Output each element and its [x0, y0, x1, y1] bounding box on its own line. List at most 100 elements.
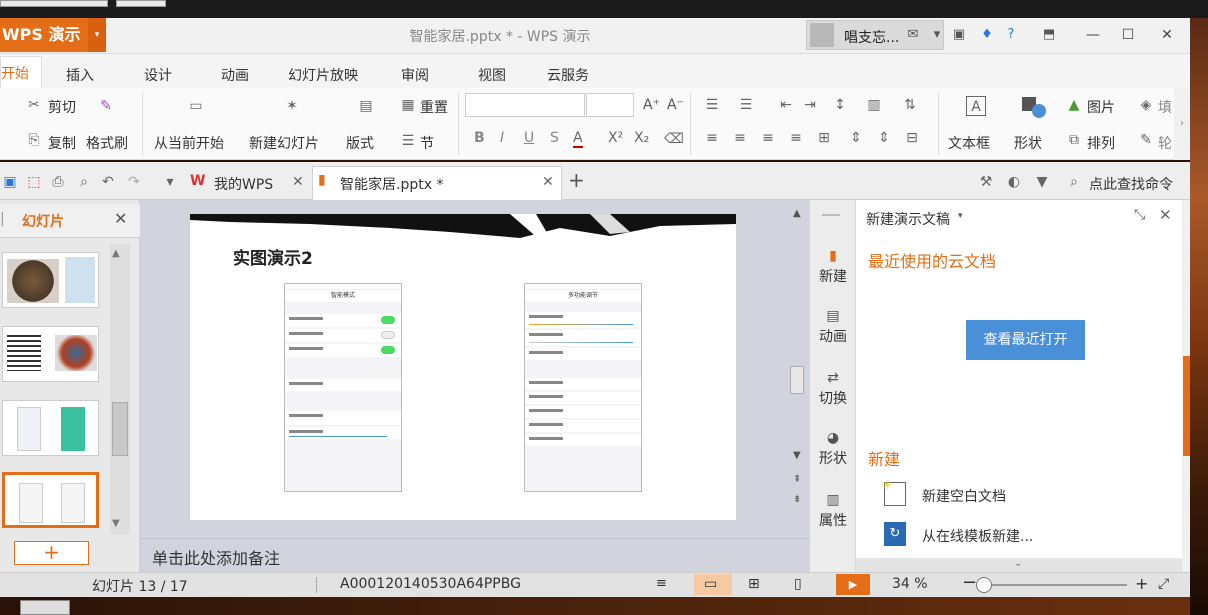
search-icon[interactable]: ⌕: [1064, 172, 1084, 192]
new-slide-button[interactable]: 新建幻灯片: [249, 133, 319, 153]
reset-icon[interactable]: ▦: [398, 95, 418, 115]
indent-icon[interactable]: ⇥: [800, 95, 820, 115]
fill-button[interactable]: 填: [1158, 97, 1172, 117]
normal-view-icon[interactable]: ▭: [704, 576, 717, 592]
format-painter-button[interactable]: 格式刷: [86, 133, 128, 153]
panel-close-icon[interactable]: ✕: [114, 209, 127, 228]
underline-button[interactable]: U: [524, 130, 534, 146]
taskbar-item[interactable]: [20, 600, 70, 615]
fit-window-icon[interactable]: ⤢: [1158, 576, 1169, 592]
menu-tab-cloud[interactable]: 云服务: [547, 65, 589, 85]
bullet-list-icon[interactable]: ☰: [702, 95, 722, 115]
smartart-icon[interactable]: ⊟: [902, 128, 922, 148]
copy-icon[interactable]: ⎘: [24, 130, 44, 150]
cut-button[interactable]: 剪切: [48, 97, 76, 117]
justify-icon[interactable]: ≡: [786, 128, 806, 148]
new-blank-doc-link[interactable]: 新建空白文档: [922, 486, 1006, 506]
bold-button[interactable]: B: [474, 130, 485, 146]
restore-ribbon-icon[interactable]: ⬒: [1040, 26, 1058, 44]
ribbon-scroll-right[interactable]: ›: [1174, 88, 1190, 160]
slide-thumbnail-selected[interactable]: [2, 472, 99, 528]
shape-circle-icon[interactable]: [1032, 104, 1046, 118]
line-spacing-icon[interactable]: ↕: [830, 95, 850, 115]
save-icon[interactable]: ▣: [0, 172, 20, 192]
textbox-icon[interactable]: A: [966, 96, 986, 116]
fill-icon[interactable]: ◈: [1136, 95, 1156, 115]
slides-tab[interactable]: 幻灯片: [22, 211, 64, 231]
align-right-icon[interactable]: ≡: [758, 128, 778, 148]
app-menu-arrow-icon[interactable]: ▾: [88, 18, 106, 52]
menu-tab-slideshow[interactable]: 幻灯片放映: [288, 65, 358, 85]
view-recent-button[interactable]: 查看最近打开: [966, 320, 1085, 360]
pdf-icon[interactable]: ⬚: [24, 172, 44, 192]
side-switch-button[interactable]: ⇄ 切换: [810, 370, 856, 408]
scroll-up-icon[interactable]: ▲: [793, 208, 801, 219]
slide-thumbnail[interactable]: [2, 400, 99, 456]
layout-icon[interactable]: ▤: [356, 96, 376, 116]
shape-button[interactable]: 形状: [1014, 133, 1042, 153]
align-center-icon[interactable]: ≡: [730, 128, 750, 148]
comment-icon[interactable]: ▼: [1032, 172, 1052, 192]
undo-icon[interactable]: ↶: [98, 172, 118, 192]
section-icon[interactable]: ☰: [398, 131, 418, 151]
side-properties-button[interactable]: ▥ 属性: [810, 492, 856, 530]
drag-handle[interactable]: [822, 214, 840, 216]
new-from-template-link[interactable]: 从在线模板新建...: [922, 526, 1033, 546]
pane-expand-handle[interactable]: [1183, 356, 1190, 456]
scroll-down-icon[interactable]: ▼: [793, 450, 801, 461]
chevron-down-icon[interactable]: ▾: [958, 211, 963, 221]
shrink-font-button[interactable]: A⁻: [667, 97, 684, 113]
close-button[interactable]: ✕: [1156, 24, 1178, 46]
help-icon[interactable]: ?: [1002, 26, 1020, 44]
next-slide-icon[interactable]: ⇟: [793, 494, 801, 505]
slide-thumbnail[interactable]: [2, 252, 99, 308]
side-animation-button[interactable]: ▤ 动画: [810, 308, 856, 346]
search-command-input[interactable]: 点此查找命令: [1089, 174, 1173, 194]
zoom-out-button[interactable]: −: [962, 572, 977, 593]
notes-toggle-icon[interactable]: ≡: [656, 576, 667, 591]
font-name-select[interactable]: [465, 93, 585, 117]
layout-button[interactable]: 版式: [346, 133, 374, 153]
avatar[interactable]: [810, 23, 834, 47]
menu-tab-review[interactable]: 审阅: [401, 65, 429, 85]
side-shape-button[interactable]: ◕ 形状: [810, 430, 856, 468]
text-direction-icon[interactable]: ⇅: [900, 95, 920, 115]
brush-icon[interactable]: ✎: [96, 96, 116, 116]
task-pane-header[interactable]: 新建演示文稿: [866, 209, 950, 229]
mail-icon[interactable]: ✉: [904, 26, 922, 44]
picture-button[interactable]: 图片: [1087, 97, 1115, 117]
slideshow-icon[interactable]: ▭: [186, 96, 206, 116]
tool-icon[interactable]: ⚒: [976, 172, 996, 192]
grow-font-button[interactable]: A⁺: [643, 97, 660, 113]
slides-scrollbar[interactable]: [110, 244, 130, 534]
bookmark-icon[interactable]: ◐: [1004, 172, 1024, 192]
print-icon[interactable]: ⎙: [48, 172, 68, 192]
slide[interactable]: 实图演示2 智能模式 多功能调节: [190, 214, 736, 520]
outline-tab[interactable]: |: [0, 211, 5, 227]
chevron-down-icon[interactable]: ▾: [928, 26, 946, 44]
zoom-in-button[interactable]: +: [1135, 574, 1148, 593]
para-spacing-icon[interactable]: ⇕: [874, 128, 894, 148]
tab-my-wps[interactable]: 我的WPS: [214, 174, 273, 194]
superscript-button[interactable]: X²: [608, 130, 623, 146]
distribute-icon[interactable]: ⊞: [814, 128, 834, 148]
reading-view-icon[interactable]: ▯: [794, 576, 802, 592]
prev-slide-icon[interactable]: ⇞: [793, 474, 801, 485]
shirt-icon[interactable]: ♦: [978, 26, 996, 44]
user-name[interactable]: 唱支忘...: [844, 27, 899, 47]
columns-icon[interactable]: ▥: [864, 95, 884, 115]
textbox-button[interactable]: 文本框: [948, 133, 990, 153]
clear-format-icon[interactable]: ⌫: [664, 129, 684, 149]
scroll-up-icon[interactable]: ▲: [112, 248, 120, 259]
chevron-down-icon[interactable]: ⌄: [1014, 558, 1022, 569]
copy-button[interactable]: 复制: [48, 133, 76, 153]
align-left-icon[interactable]: ≡: [702, 128, 722, 148]
slide-thumbnail[interactable]: [2, 326, 99, 382]
scissors-icon[interactable]: ✂: [24, 95, 44, 115]
reset-button[interactable]: 重置: [420, 97, 448, 117]
menu-tab-home[interactable]: 开始: [0, 56, 42, 88]
zoom-slider-track[interactable]: [985, 584, 1127, 586]
menu-tab-animation[interactable]: 动画: [221, 65, 249, 85]
canvas-scroll-thumb[interactable]: [790, 366, 804, 394]
print-preview-icon[interactable]: ⌕: [74, 172, 94, 192]
